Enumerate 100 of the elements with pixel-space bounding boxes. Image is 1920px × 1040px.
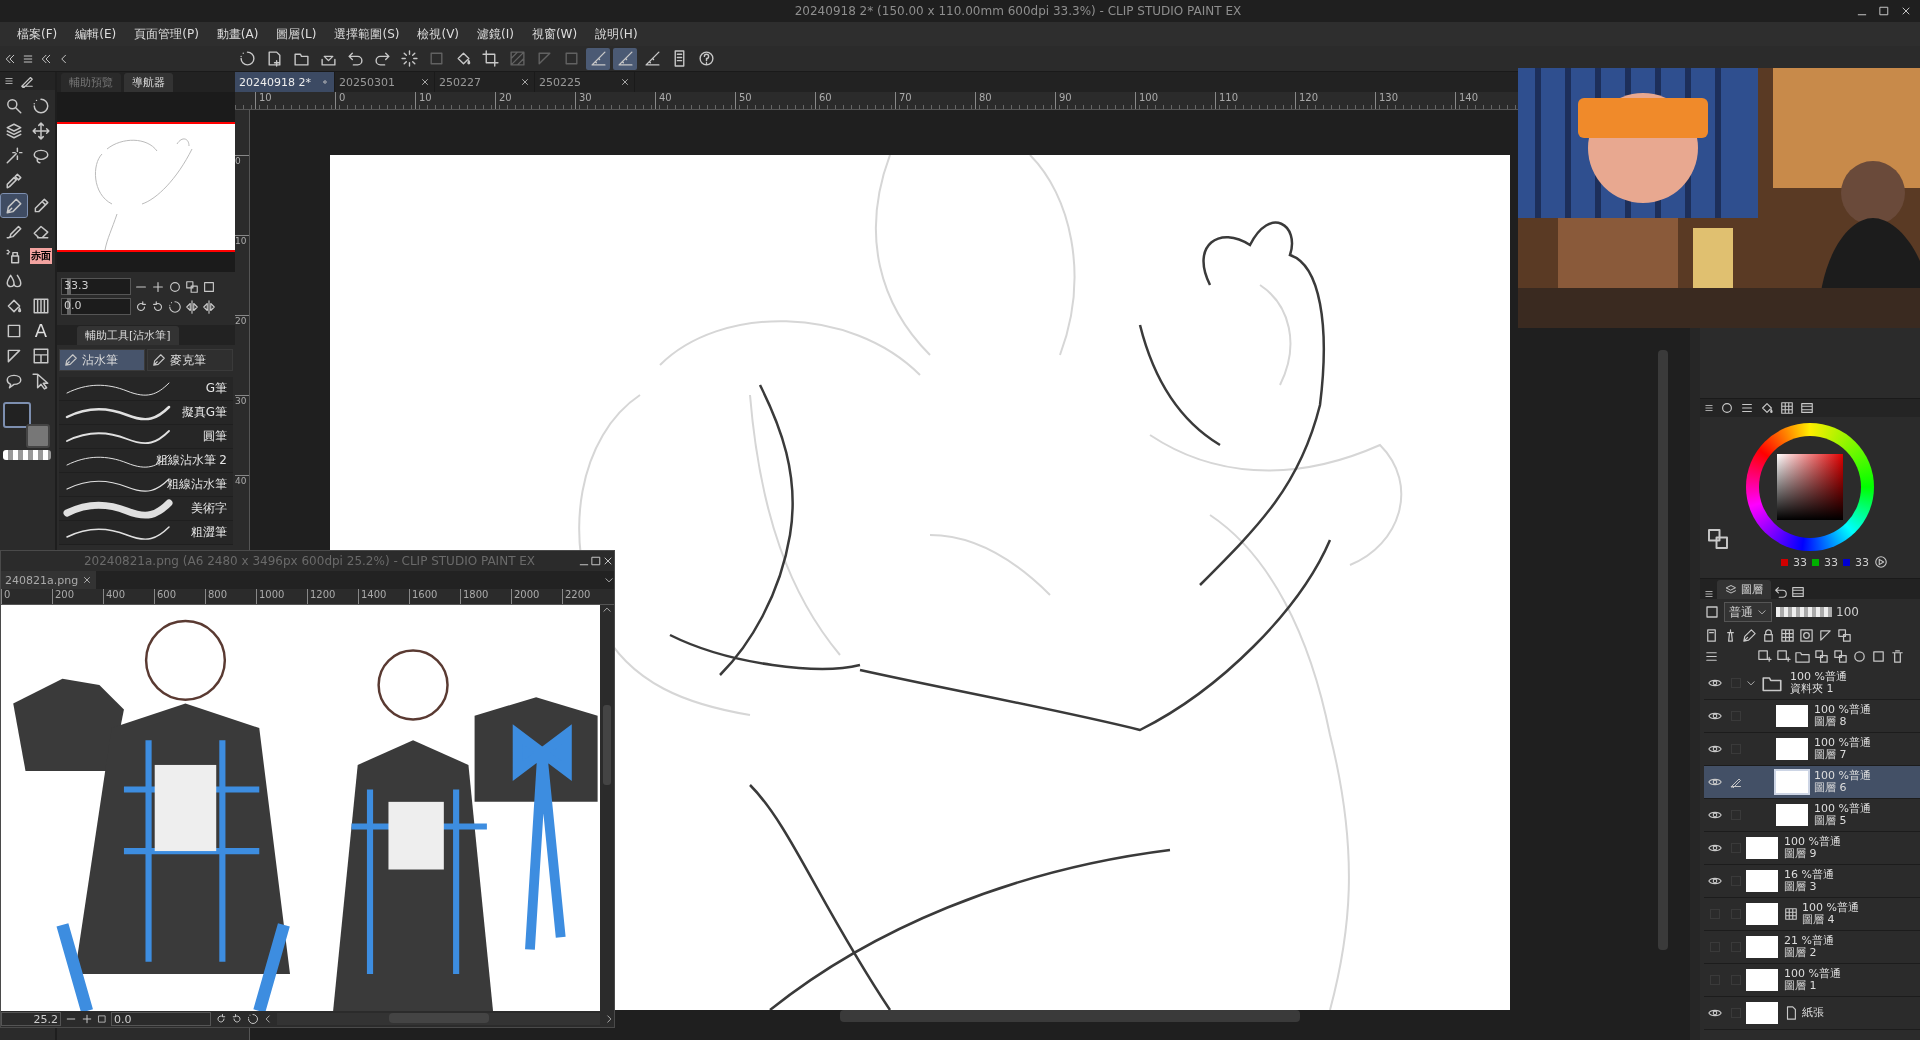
panel-tab[interactable]: 導航器 [124, 73, 173, 92]
ruler-snap-button[interactable] [586, 47, 610, 70]
caret-icon [1757, 607, 1767, 617]
new-folder-icon[interactable] [1795, 649, 1810, 664]
menu-item[interactable]: 視窗(W) [522, 25, 587, 43]
rotation-field[interactable]: 0.0 [61, 298, 131, 315]
rotate-right-icon[interactable] [231, 1013, 243, 1025]
document-tab[interactable]: 240821a.png [1, 571, 97, 589]
subtool-group-tab[interactable]: 沾水筆 [59, 349, 145, 371]
menu-icon[interactable] [4, 76, 14, 86]
sliders-tab-icon[interactable] [1740, 401, 1754, 415]
menu-item[interactable]: 說明(H) [586, 25, 647, 43]
color-swatches-icon[interactable] [1706, 527, 1730, 551]
sub-color-swatch[interactable] [26, 424, 50, 448]
fit-icon[interactable] [185, 279, 199, 294]
brush-item[interactable]: 粗線沾水筆 2 [59, 449, 233, 473]
ruler-label: 2000 [511, 589, 562, 604]
maximize-icon[interactable] [590, 555, 602, 567]
menu-item[interactable]: 編輯(E) [66, 25, 126, 43]
layer-row[interactable]: 21 %普通 圖層 2 [1704, 931, 1920, 964]
scroll-up-icon[interactable] [602, 605, 612, 615]
rotation-field[interactable]: 0.0 [111, 1012, 211, 1026]
main-color-swatch[interactable] [3, 402, 31, 428]
saturation-value-square[interactable] [1777, 454, 1843, 520]
pen-tool-button[interactable] [1, 194, 27, 217]
scrollbar[interactable] [1658, 350, 1668, 950]
subtool-group-tab[interactable]: 麥克筆 [147, 349, 233, 371]
transparent-swatch[interactable] [3, 450, 51, 460]
rotate-right-icon[interactable] [151, 299, 165, 314]
close-icon[interactable] [420, 77, 430, 87]
layer-row[interactable]: 100 %普通 圖層 8 [1704, 700, 1920, 733]
clip-icon[interactable] [1704, 628, 1719, 643]
layer-row[interactable]: 100 %普通 圖層 9 [1704, 832, 1920, 865]
copy-icon[interactable] [1814, 649, 1829, 664]
curve-snap-button[interactable] [613, 47, 637, 70]
blend-mode-dropdown[interactable]: 普通 [1724, 602, 1772, 622]
layer-row[interactable]: 100 %普通 資料夾 1 [1704, 667, 1920, 700]
new-raster-layer-icon[interactable] [1757, 649, 1772, 664]
close-icon[interactable] [82, 575, 93, 585]
menu-item[interactable]: 圖層(L) [267, 25, 326, 43]
menu-icon[interactable] [1704, 589, 1714, 599]
layer-type-icon[interactable] [1704, 604, 1720, 620]
scrollbar[interactable] [388, 1013, 489, 1023]
scrollbar[interactable] [603, 705, 611, 785]
brush-item[interactable]: 粗線沾水筆 [59, 473, 233, 497]
lock-icon[interactable] [1761, 628, 1776, 643]
play-icon[interactable] [1874, 555, 1888, 569]
layer-row[interactable]: 100 %普通 圖層 4 [1704, 898, 1920, 931]
flip-horizontal-icon[interactable] [185, 299, 199, 314]
rotate-left-icon[interactable] [134, 299, 148, 314]
pen-tab-icon[interactable] [20, 74, 34, 88]
new-vector-layer-icon[interactable] [1776, 649, 1791, 664]
panel-tab[interactable]: 輔助工具[沾水筆] [77, 326, 179, 345]
scroll-right-icon[interactable] [604, 1014, 614, 1024]
close-icon[interactable] [602, 555, 614, 567]
brush-item[interactable]: 圓筆 [59, 425, 233, 449]
expand-caret-icon[interactable] [1746, 678, 1756, 688]
document-tab[interactable]: 20240918 2* [235, 72, 335, 92]
brush-item[interactable]: 擬真G筆 [59, 401, 233, 425]
close-icon[interactable] [620, 77, 630, 87]
color-wheel-tab-icon[interactable] [1720, 401, 1734, 415]
scrollbar[interactable] [840, 1010, 1300, 1022]
trash-icon[interactable] [1890, 649, 1905, 664]
film-icon[interactable] [1791, 585, 1805, 599]
menu-item[interactable]: 選擇範圍(S) [325, 25, 409, 43]
zoom-in-icon[interactable] [151, 279, 165, 294]
maximize-icon[interactable] [1878, 5, 1890, 17]
scroll-left-icon[interactable] [263, 1014, 273, 1024]
brush-item[interactable]: G筆 [59, 377, 233, 401]
film-tab-icon[interactable] [1800, 401, 1814, 415]
menu-icon[interactable] [1704, 403, 1714, 413]
layer-row[interactable]: 100 %普通 圖層 5 [1704, 799, 1920, 832]
menu-item[interactable]: 頁面管理(P) [125, 25, 208, 43]
layer-row[interactable]: 16 %普通 圖層 3 [1704, 865, 1920, 898]
flip-vertical-icon[interactable] [202, 299, 216, 314]
zoom-in-icon[interactable] [81, 1013, 93, 1025]
menu-item[interactable]: 檢視(V) [408, 25, 469, 43]
rotate-left-icon[interactable] [215, 1013, 227, 1025]
history-icon[interactable] [1774, 585, 1788, 599]
zoom-field[interactable]: 25.2 [1, 1012, 61, 1026]
zoom-field[interactable]: 33.3 [61, 278, 131, 295]
reset-rotation-icon[interactable] [168, 299, 182, 314]
caret-icon[interactable] [604, 575, 614, 585]
collapse-left-icon[interactable] [4, 52, 16, 65]
menu-item[interactable]: 動畫(A) [207, 25, 268, 43]
menu-item[interactable]: 濾鏡(I) [468, 25, 523, 43]
menu-item[interactable]: 檔案(F) [8, 25, 67, 43]
layer-row[interactable]: 紙張 [1704, 997, 1920, 1030]
reset-rotation-icon[interactable] [247, 1013, 259, 1025]
list-icon[interactable] [1704, 649, 1719, 664]
close-icon[interactable] [520, 77, 530, 87]
layer-row[interactable]: 100 %普通 圖層 1 [1704, 964, 1920, 997]
text-tool-button[interactable]: A [28, 319, 54, 342]
layer-row[interactable]: 100 %普通 圖層 6 [1704, 766, 1920, 799]
panel-tab[interactable]: 圖層 [1717, 580, 1771, 599]
opacity-slider-fill[interactable] [1776, 607, 1832, 617]
close-icon[interactable] [1900, 5, 1912, 17]
brush-item[interactable]: 粗澀筆 [59, 521, 233, 545]
brush-item[interactable]: 美術字 [59, 497, 233, 521]
collapse-left-icon[interactable] [40, 52, 52, 65]
